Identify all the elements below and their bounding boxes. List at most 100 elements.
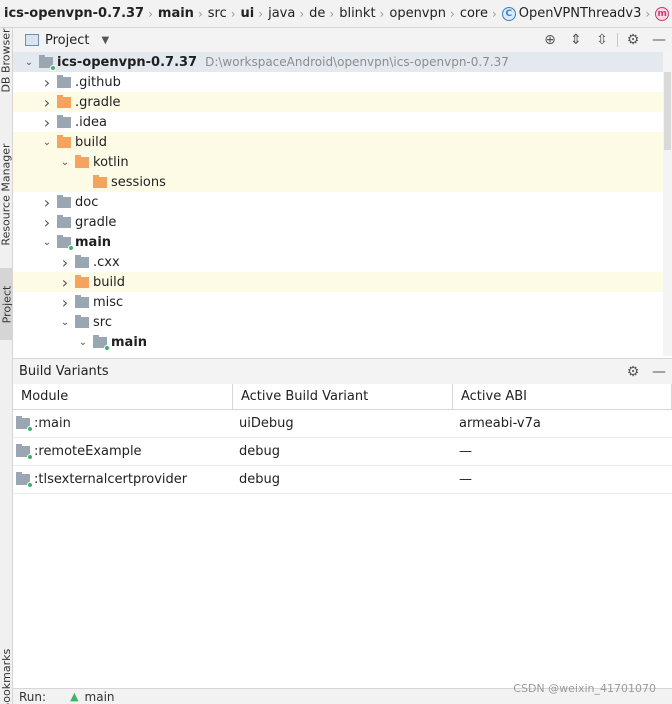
- breadcrumb-item[interactable]: main: [154, 6, 197, 21]
- run-label[interactable]: Run:: [19, 690, 46, 704]
- chevron-right-icon[interactable]: ›: [57, 293, 73, 312]
- column-header-active-build-variant[interactable]: Active Build Variant: [233, 384, 453, 409]
- breadcrumb-item[interactable]: java: [264, 6, 298, 21]
- breadcrumb-item[interactable]: C OpenVPNThreadv3: [498, 6, 645, 21]
- folder-icon: [57, 194, 71, 208]
- tool-tab-db-browser[interactable]: DB Browser: [0, 28, 13, 93]
- tool-tab-project[interactable]: Project: [0, 268, 12, 340]
- tree-item[interactable]: sessions: [13, 172, 663, 192]
- project-panel-title: Project: [45, 32, 90, 48]
- scrollbar-thumb[interactable]: [664, 72, 671, 150]
- breadcrumb: ics-openvpn-0.7.37 › main › src › ui › java › de › b…: [0, 0, 672, 28]
- folder-icon: [75, 154, 89, 168]
- breadcrumb-label: core: [459, 6, 488, 21]
- tree-item[interactable]: ⌄ main: [13, 332, 663, 352]
- tool-tab-bookmarks[interactable]: Bookmarks: [0, 644, 12, 704]
- tree-item-label: .idea: [75, 114, 107, 130]
- abi-cell[interactable]: —: [453, 438, 672, 465]
- gear-icon[interactable]: ⚙: [620, 32, 646, 48]
- folder-icon: [93, 174, 107, 188]
- db-browser-label: DB Browser: [0, 28, 13, 93]
- column-header-active-abi[interactable]: Active ABI: [453, 384, 672, 409]
- chevron-down-icon[interactable]: ⌄: [57, 317, 73, 328]
- breadcrumb-label: java: [268, 6, 296, 21]
- chevron-right-icon: ›: [329, 6, 335, 21]
- folder-icon: [75, 294, 89, 308]
- tree-item-path: D:\workspaceAndroid\openvpn\ics-openvpn-…: [205, 55, 509, 69]
- chevron-down-icon[interactable]: ⌄: [21, 57, 37, 68]
- tree-item[interactable]: › doc: [13, 192, 663, 212]
- tree-item-label: misc: [93, 294, 124, 310]
- locate-icon[interactable]: ⊕: [537, 32, 563, 48]
- project-tree-scrollbar[interactable]: [663, 52, 672, 356]
- tree-item[interactable]: › .idea: [13, 112, 663, 132]
- tree-item[interactable]: ⌄ build: [13, 132, 663, 152]
- table-row[interactable]: :tlsexternalcertprovider debug —: [13, 466, 672, 494]
- run-config-name[interactable]: main: [85, 690, 115, 704]
- table-row[interactable]: :remoteExample debug —: [13, 438, 672, 466]
- tree-item[interactable]: ⌄ src: [13, 312, 663, 332]
- breadcrumb-label: src: [207, 6, 227, 21]
- chevron-down-icon[interactable]: ⌄: [39, 137, 55, 148]
- chevron-right-icon[interactable]: ›: [57, 253, 73, 272]
- gear-icon[interactable]: ⚙: [620, 364, 646, 380]
- chevron-right-icon[interactable]: ›: [39, 113, 55, 132]
- tree-item-label: .github: [75, 74, 121, 90]
- expand-all-icon[interactable]: ⇕: [563, 32, 589, 48]
- project-view-selector[interactable]: Project ▼: [25, 33, 109, 48]
- project-panel-header: Project ▼ ⊕ ⇕ ⇳ ⚙ —: [13, 28, 672, 52]
- tree-item[interactable]: ⌄ main: [13, 232, 663, 252]
- breadcrumb-item[interactable]: msetUser: [651, 6, 672, 21]
- module-cell: :remoteExample: [13, 438, 233, 465]
- minimize-icon[interactable]: —: [646, 364, 672, 380]
- chevron-right-icon[interactable]: ›: [57, 273, 73, 292]
- project-view-icon: [25, 34, 39, 46]
- module-cell: :main: [13, 410, 233, 437]
- table-row[interactable]: :main uiDebug armeabi-v7a: [13, 410, 672, 438]
- class-icon: C: [501, 6, 516, 21]
- tree-item[interactable]: ⌄ kotlin: [13, 152, 663, 172]
- breadcrumb-label: de: [309, 6, 326, 21]
- variant-cell[interactable]: debug: [233, 438, 453, 465]
- breadcrumb-label: blinkt: [339, 6, 376, 21]
- chevron-down-icon[interactable]: ⌄: [57, 157, 73, 168]
- breadcrumb-item[interactable]: ics-openvpn-0.7.37: [0, 6, 147, 21]
- abi-cell[interactable]: —: [453, 466, 672, 493]
- tool-tab-resource-manager[interactable]: Resource Manager: [0, 124, 12, 264]
- chevron-down-icon[interactable]: ⌄: [39, 237, 55, 248]
- folder-icon: [57, 134, 71, 148]
- collapse-all-icon[interactable]: ⇳: [589, 32, 615, 48]
- chevron-right-icon[interactable]: ›: [39, 93, 55, 112]
- breadcrumb-item[interactable]: ui: [237, 6, 258, 21]
- breadcrumb-label: ics-openvpn-0.7.37: [4, 6, 145, 21]
- tree-item[interactable]: › gradle: [13, 212, 663, 232]
- project-panel-toolbar: ⊕ ⇕ ⇳ ⚙ —: [537, 28, 672, 52]
- chevron-right-icon[interactable]: ›: [39, 193, 55, 212]
- breadcrumb-item[interactable]: src: [204, 6, 230, 21]
- chevron-right-icon[interactable]: ›: [39, 213, 55, 232]
- breadcrumb-item[interactable]: core: [456, 6, 491, 21]
- tree-item-label: build: [75, 134, 107, 150]
- tree-item[interactable]: › misc: [13, 292, 663, 312]
- chevron-down-icon[interactable]: ⌄: [75, 337, 91, 348]
- breadcrumb-item[interactable]: blinkt: [335, 6, 378, 21]
- variant-cell[interactable]: debug: [233, 466, 453, 493]
- tree-item[interactable]: › .gradle: [13, 92, 663, 112]
- breadcrumb-item[interactable]: de: [305, 6, 328, 21]
- method-icon: m: [655, 6, 670, 21]
- folder-icon: [57, 214, 71, 228]
- tree-item[interactable]: › .github: [13, 72, 663, 92]
- column-header-module[interactable]: Module: [13, 384, 233, 409]
- chevron-right-icon[interactable]: ›: [39, 73, 55, 92]
- tree-item[interactable]: › .cxx: [13, 252, 663, 272]
- variant-cell[interactable]: uiDebug: [233, 410, 453, 437]
- breadcrumb-item[interactable]: openvpn: [385, 6, 449, 21]
- folder-icon: [57, 114, 71, 128]
- tree-item[interactable]: › build: [13, 272, 663, 292]
- minimize-icon[interactable]: —: [646, 32, 672, 48]
- chevron-right-icon: ›: [299, 6, 305, 21]
- tree-item[interactable]: ⌄ ics-openvpn-0.7.37 D:\workspaceAndroid\o…: [13, 52, 663, 72]
- breadcrumb-label: OpenVPNThreadv3: [518, 6, 642, 21]
- abi-cell[interactable]: armeabi-v7a: [453, 410, 672, 437]
- table-header-row: Module Active Build Variant Active ABI: [13, 384, 672, 410]
